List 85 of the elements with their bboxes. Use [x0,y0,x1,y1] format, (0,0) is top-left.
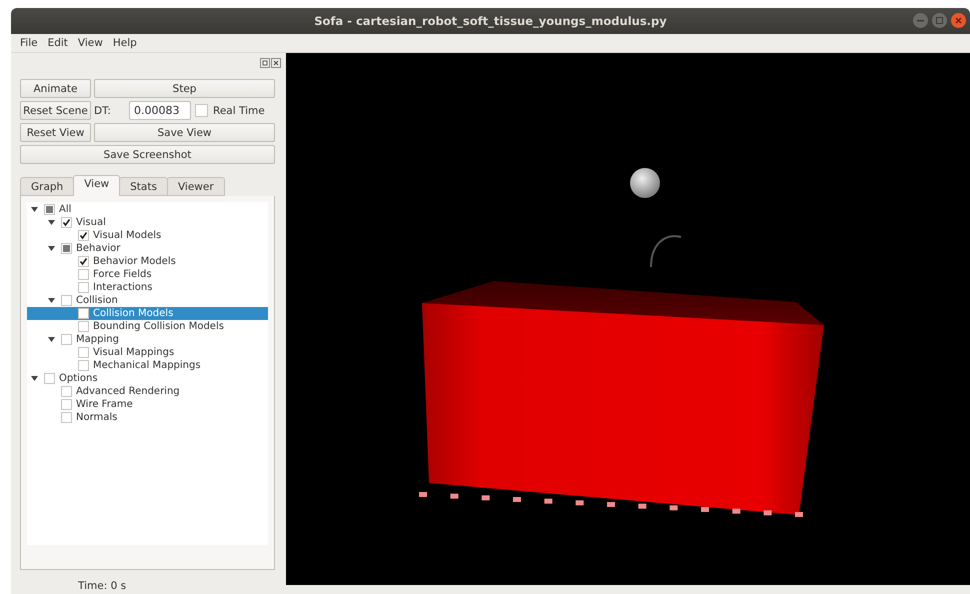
tree-item[interactable]: Bounding Collision Models [27,320,268,333]
reset-view-button[interactable]: Reset View [20,123,91,142]
tree-item[interactable]: Mechanical Mappings [27,359,268,372]
tree-item[interactable]: Visual [27,216,268,229]
expand-arrow-icon[interactable] [31,207,38,212]
window-title: Sofa - cartesian_robot_soft_tissue_youngs_modulus.py [314,14,667,28]
tree-item-label: Mechanical Mappings [93,360,201,371]
close-icon [955,17,962,24]
checkbox[interactable] [78,256,89,267]
checkbox[interactable] [61,386,72,397]
tree-item-label: Interactions [93,282,152,293]
checkbox[interactable] [78,269,89,280]
tree-item-label: Behavior [76,243,120,254]
checkbox[interactable] [44,373,55,384]
close-button[interactable] [951,13,966,28]
cable-drawing [650,235,682,268]
tree-item[interactable]: Visual Models [27,229,268,242]
expand-arrow-icon[interactable] [48,246,55,251]
tree-item-label: Mapping [76,334,119,345]
animate-button[interactable]: Animate [20,79,91,98]
tree-item-label: Visual Models [93,230,162,241]
tree-item[interactable]: Options [27,372,268,385]
tree-item-label: Normals [76,412,118,423]
tree-item[interactable]: Behavior Models [27,255,268,268]
tree-item[interactable]: Collision Models [27,307,268,320]
checkbox[interactable] [78,360,89,371]
menu-item[interactable]: Edit [42,37,73,49]
tree-item-label: Options [59,373,98,384]
tree-item[interactable]: Visual Mappings [27,346,268,359]
save-view-button[interactable]: Save View [94,123,275,142]
tab[interactable]: Graph [20,177,74,196]
tree-item[interactable]: Force Fields [27,268,268,281]
checkbox[interactable] [78,347,89,358]
menu-item[interactable]: File [15,37,43,49]
tab[interactable]: View [73,175,120,196]
float-icon[interactable] [260,58,270,68]
checkbox[interactable] [61,295,72,306]
real-time-label: Real Time [213,104,265,116]
time-status: Time: 0 s [78,580,126,592]
save-screenshot-button[interactable]: Save Screenshot [20,145,275,164]
tree-item-label: Wire Frame [76,399,133,410]
checkbox[interactable] [78,230,89,241]
tree-item-label: Advanced Rendering [76,386,180,397]
expand-arrow-icon[interactable] [48,337,55,342]
menu-item[interactable]: View [72,37,108,49]
minimize-button[interactable] [913,13,928,28]
minimize-icon [917,20,924,22]
tree-item-label: Visual [76,217,106,228]
tree-item-label: Visual Mappings [93,347,174,358]
maximize-button[interactable] [932,13,947,28]
checkbox[interactable] [61,217,72,228]
menu-item[interactable]: Help [108,37,142,49]
checkbox[interactable] [61,412,72,423]
checkbox[interactable] [78,308,89,319]
tree-item[interactable]: Collision [27,294,268,307]
tree-item[interactable]: Advanced Rendering [27,385,268,398]
tree-item-label: Bounding Collision Models [93,321,224,332]
tree-item[interactable]: Mapping [27,333,268,346]
tree-item[interactable]: Interactions [27,281,268,294]
tree-item[interactable]: Wire Frame [27,398,268,411]
expand-arrow-icon[interactable] [48,298,55,303]
tree-item-label: Force Fields [93,269,152,280]
expand-arrow-icon[interactable] [31,376,38,381]
step-button[interactable]: Step [94,79,275,98]
tree-item-label: Collision Models [93,308,174,319]
close-icon[interactable] [271,58,281,68]
tab[interactable]: Viewer [166,177,225,196]
tree-item[interactable]: Normals [27,411,268,424]
maximize-icon [936,17,943,24]
tab[interactable]: Stats [119,177,168,196]
checkbox[interactable] [78,282,89,293]
checkbox[interactable] [61,334,72,345]
tree-item[interactable]: All [27,203,268,216]
tree-item-label: Behavior Models [93,256,176,267]
checkbox[interactable] [78,321,89,332]
reset-scene-button[interactable]: Reset Scene [20,101,91,120]
expand-arrow-icon[interactable] [48,220,55,225]
sphere-drawing [630,168,660,198]
dt-field[interactable]: 0.00083 [129,101,191,120]
checkbox[interactable] [195,104,208,117]
tree-item-label: All [59,204,72,215]
tree-item-label: Collision [76,295,118,306]
checkbox[interactable] [61,399,72,410]
dt-label: DT: [94,104,112,116]
tree-item[interactable]: Behavior [27,242,268,255]
